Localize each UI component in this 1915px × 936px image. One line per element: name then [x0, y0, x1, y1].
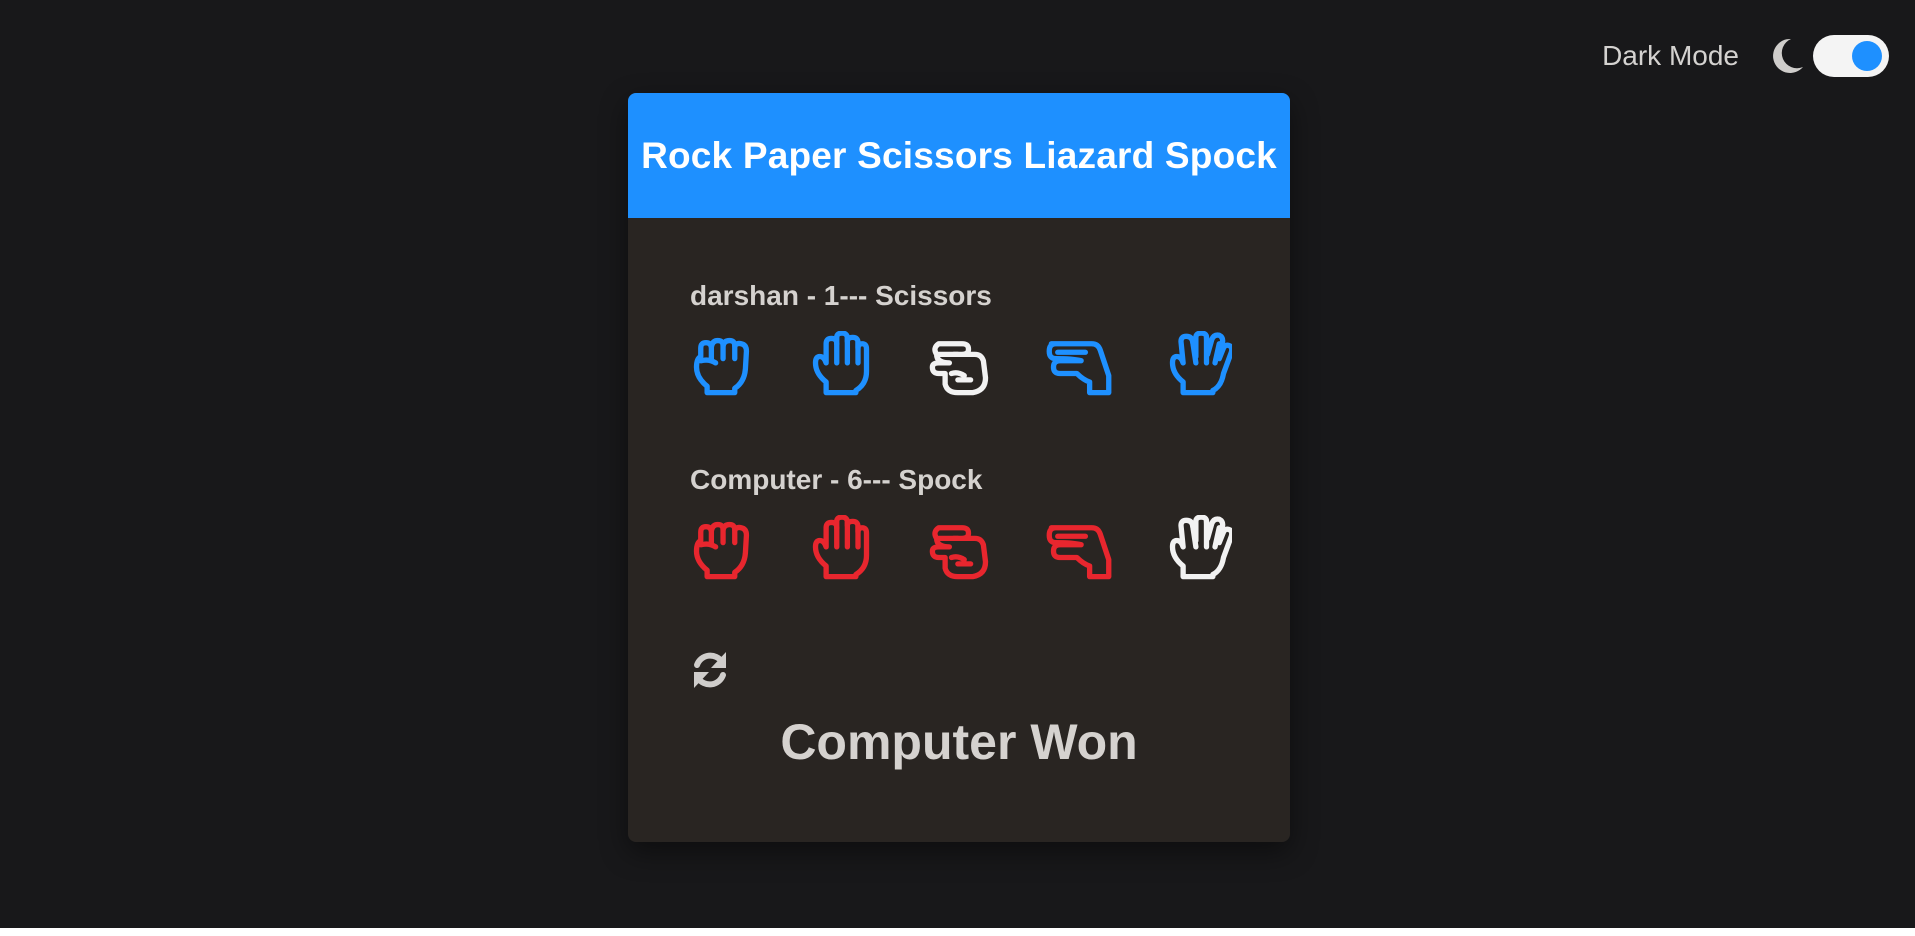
computer-paper [805, 513, 877, 588]
player-label: darshan - 1--- Scissors [690, 280, 992, 311]
player-paper-button[interactable] [805, 329, 877, 404]
result-text: Computer Won [780, 714, 1138, 770]
spock-icon [1164, 329, 1235, 404]
card-header: Rock Paper Scissors Liazard Spock [628, 93, 1290, 218]
computer-scissors [924, 515, 996, 587]
dark-mode-control: Dark Mode [1602, 34, 1889, 78]
player-hands [686, 329, 1235, 404]
bottom-edge [0, 928, 1915, 936]
player-spock-button[interactable] [1162, 329, 1235, 404]
lizard-icon [1045, 331, 1113, 404]
dark-mode-toggle[interactable] [1813, 35, 1889, 77]
computer-label: Computer - 6--- Spock [690, 464, 983, 495]
game-card: Rock Paper Scissors Liazard Spock darsha… [628, 93, 1290, 842]
refresh-button[interactable] [688, 648, 732, 692]
lizard-icon [1045, 515, 1113, 588]
rock-icon [688, 515, 756, 588]
scissors-icon [926, 515, 994, 588]
refresh-icon [694, 652, 726, 688]
player-lizard-button[interactable] [1043, 331, 1115, 403]
computer-spock [1162, 513, 1235, 588]
computer-lizard [1043, 515, 1115, 587]
player-scissors-button[interactable] [924, 331, 996, 403]
paper-icon [807, 329, 875, 404]
page: Dark Mode Rock Paper Scissors Liazard Sp… [0, 0, 1915, 936]
player-rock-button[interactable] [686, 331, 758, 403]
computer-hands [686, 513, 1235, 588]
spock-icon [1164, 513, 1235, 588]
moon-icon [1767, 36, 1807, 76]
rock-icon [688, 331, 756, 404]
paper-icon [807, 513, 875, 588]
toggle-knob [1852, 41, 1882, 71]
computer-rock [686, 515, 758, 587]
scissors-icon [926, 331, 994, 404]
dark-mode-label: Dark Mode [1602, 40, 1739, 71]
game-title: Rock Paper Scissors Liazard Spock [641, 134, 1277, 176]
